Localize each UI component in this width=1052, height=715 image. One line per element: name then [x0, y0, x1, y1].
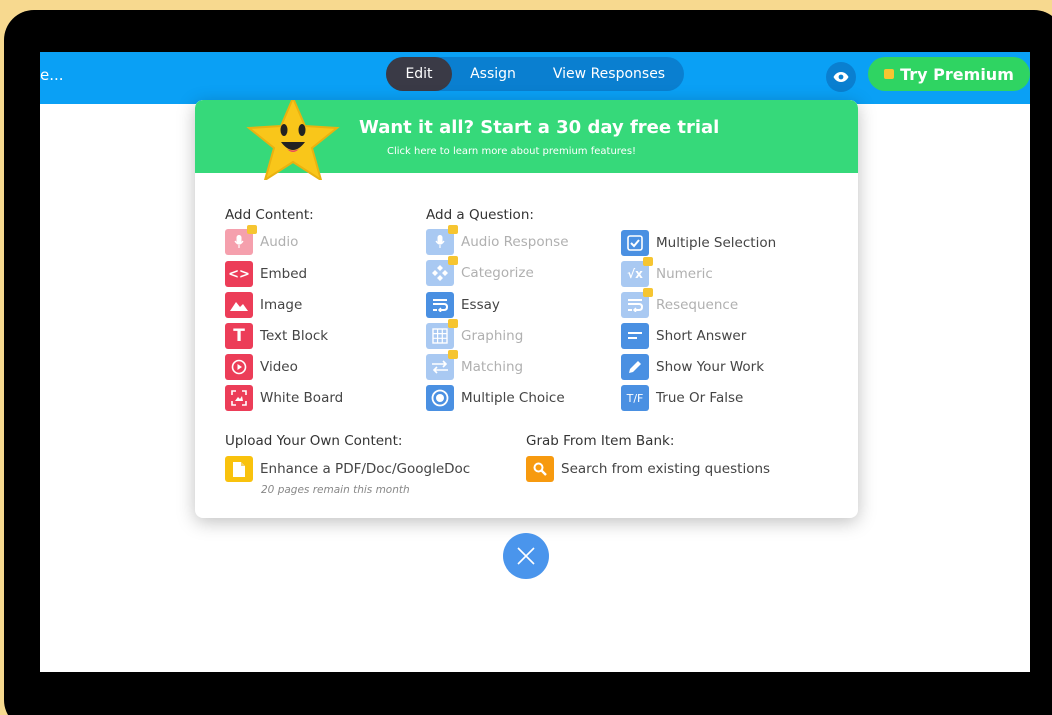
question-item-multiple-selection[interactable]: Multiple Selection	[621, 230, 776, 256]
question-item-audio-response[interactable]: Audio Response	[426, 225, 569, 255]
pages-remaining-note: 20 pages remain this month	[261, 484, 410, 496]
question-item-label: Essay	[461, 297, 500, 313]
document-icon	[225, 456, 253, 482]
checkbox-icon	[621, 230, 649, 256]
content-item-label: Text Block	[260, 328, 329, 344]
premium-crown-icon	[643, 257, 653, 266]
tab-edit[interactable]: Edit	[386, 57, 452, 91]
upload-item-label: Enhance a PDF/Doc/GoogleDoc	[260, 461, 471, 477]
essay-icon	[426, 292, 454, 318]
question-item-label: True Or False	[656, 390, 744, 406]
search-icon	[526, 456, 554, 482]
content-item-label: White Board	[260, 390, 344, 406]
crown-icon	[884, 69, 895, 79]
question-item-essay[interactable]: Essay	[426, 292, 500, 318]
sqrt-icon: √x	[621, 257, 653, 287]
question-item-graphing[interactable]: Graphing	[426, 319, 524, 349]
question-item-resequence[interactable]: Resequence	[621, 288, 739, 318]
premium-crown-icon	[448, 225, 458, 234]
premium-crown-icon	[643, 288, 653, 297]
radio-icon	[426, 385, 454, 411]
categorize-icon	[426, 256, 458, 286]
content-item-image[interactable]: Image	[225, 292, 302, 318]
content-item-label: Audio	[260, 234, 299, 250]
microphone-icon	[426, 225, 458, 255]
content-item-label: Embed	[260, 266, 308, 282]
whiteboard-icon	[225, 385, 253, 411]
question-item-multiple-choice[interactable]: Multiple Choice	[426, 385, 565, 411]
eye-icon	[833, 72, 849, 82]
question-item-label: Short Answer	[656, 328, 747, 344]
question-item-matching[interactable]: Matching	[426, 350, 524, 380]
tab-assign[interactable]: Assign	[452, 57, 534, 91]
content-item-video[interactable]: Video	[225, 354, 298, 380]
code-icon: <>	[225, 261, 253, 287]
question-item-label: Audio Response	[461, 234, 569, 250]
question-item-show-your-work[interactable]: Show Your Work	[621, 354, 764, 380]
question-item-label: Multiple Selection	[656, 235, 777, 251]
add-item-popup: Want it all? Start a 30 day free trial C…	[195, 100, 858, 518]
microphone-icon	[225, 225, 257, 255]
preview-button[interactable]	[826, 62, 856, 92]
question-item-label: Resequence	[656, 297, 739, 313]
question-item-true-or-false[interactable]: T/F True Or False	[621, 385, 743, 411]
item-bank-heading: Grab From Item Bank:	[526, 433, 675, 449]
premium-trial-banner[interactable]: Want it all? Start a 30 day free trial C…	[195, 100, 858, 180]
upload-enhance-document[interactable]: Enhance a PDF/Doc/GoogleDoc	[225, 456, 470, 482]
try-premium-button[interactable]: Try Premium	[868, 57, 1030, 91]
matching-icon	[426, 350, 458, 380]
try-premium-label: Try Premium	[900, 64, 1014, 84]
upload-heading: Upload Your Own Content:	[225, 433, 403, 449]
document-title[interactable]: e...	[40, 66, 64, 84]
content-item-label: Image	[260, 297, 303, 313]
short-answer-icon	[621, 323, 649, 349]
close-popup-button[interactable]	[503, 533, 549, 579]
true-false-icon: T/F	[621, 385, 649, 411]
question-item-label: Graphing	[461, 328, 524, 344]
premium-crown-icon	[448, 256, 458, 265]
grid-icon	[426, 319, 458, 349]
play-icon	[225, 354, 253, 380]
question-item-label: Matching	[461, 359, 524, 375]
image-icon	[225, 292, 253, 318]
tab-view-responses[interactable]: View Responses	[534, 57, 684, 91]
mode-tabs: Edit Assign View Responses	[386, 57, 684, 91]
premium-crown-icon	[247, 225, 257, 234]
close-icon	[517, 547, 535, 565]
question-item-label: Categorize	[461, 265, 534, 281]
item-bank-search[interactable]: Search from existing questions	[526, 456, 770, 482]
content-item-embed[interactable]: <> Embed	[225, 261, 307, 287]
premium-crown-icon	[448, 319, 458, 328]
add-question-heading: Add a Question:	[426, 207, 534, 223]
star-mascot-icon	[246, 100, 340, 180]
pencil-icon	[621, 354, 649, 380]
question-item-label: Show Your Work	[656, 359, 765, 375]
content-item-label: Video	[260, 359, 298, 375]
question-item-numeric[interactable]: √x Numeric	[621, 257, 713, 287]
add-content-heading: Add Content:	[225, 207, 314, 223]
banner-title: Want it all? Start a 30 day free trial	[359, 117, 720, 138]
question-item-label: Multiple Choice	[461, 390, 565, 406]
text-icon: T	[225, 323, 253, 349]
question-item-short-answer[interactable]: Short Answer	[621, 323, 746, 349]
top-bar: e... Edit Assign View Responses Try Prem…	[40, 52, 1030, 104]
banner-subtitle: Click here to learn more about premium f…	[387, 146, 637, 157]
item-bank-label: Search from existing questions	[561, 461, 771, 477]
content-item-white-board[interactable]: White Board	[225, 385, 343, 411]
resequence-icon	[621, 288, 653, 318]
premium-crown-icon	[448, 350, 458, 359]
content-item-text-block[interactable]: T Text Block	[225, 323, 328, 349]
question-item-label: Numeric	[656, 266, 713, 282]
question-item-categorize[interactable]: Categorize	[426, 256, 534, 286]
content-item-audio[interactable]: Audio	[225, 225, 299, 255]
